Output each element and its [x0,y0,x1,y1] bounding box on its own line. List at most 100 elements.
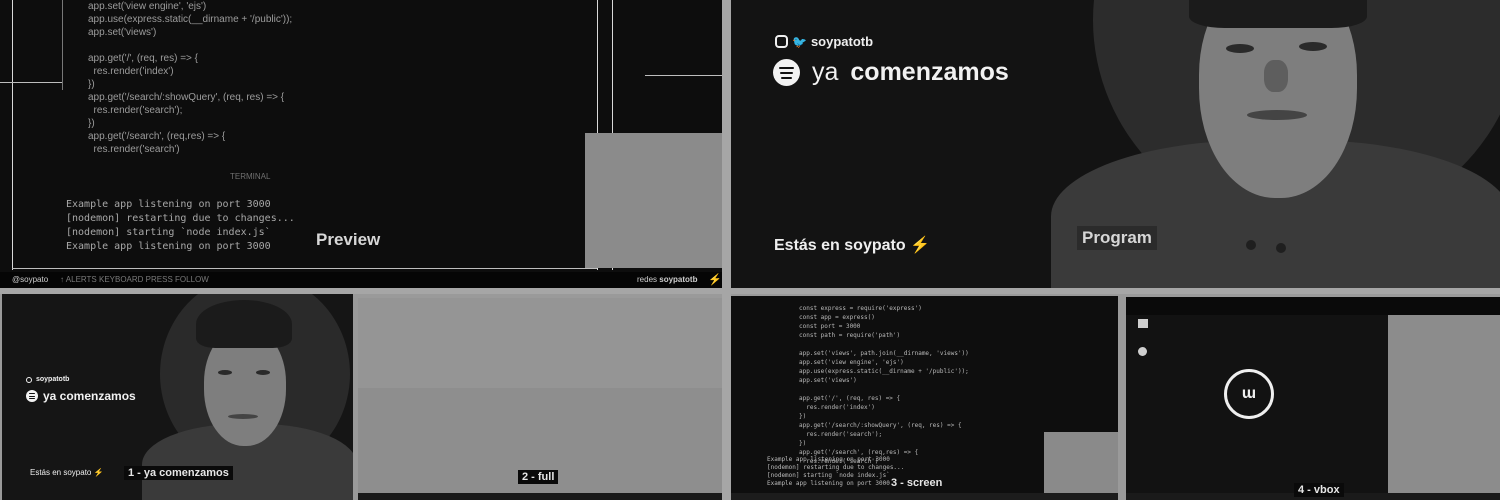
bar-redes-handle: soypatotb [659,275,698,284]
social-handle: soypatotb [26,376,69,383]
code-line: app.use(express.static(__dirname + '/pub… [799,368,969,375]
scene-label: 1 - ya comenzamos [124,466,233,480]
estas-prefix: Estás en [774,237,840,254]
code-line: app.set('views', path.join(__dirname, 'v… [799,350,969,357]
linux-mint-logo-icon: ɯ [1224,369,1274,419]
code-line: app.set('views') [799,377,857,384]
preview-panel[interactable]: app.set('view engine', 'ejs') app.use(exp… [0,0,722,288]
title-row: ya comenzamos [773,58,1009,87]
full-capture-top [358,298,722,388]
disc-icon[interactable] [1138,347,1147,356]
eye [218,370,232,375]
estas-bold: soypato [844,237,906,254]
scene-label: 3 - screen [891,477,943,489]
nose [1264,60,1288,92]
mouth [228,414,258,419]
estas-en-text: Estás en soypato ⚡ [774,235,930,255]
screen-terminal-output: Example app listening on port 3000 [nodem… [767,456,904,488]
program-panel[interactable]: 🐦 soypatotb ya comenzamos Estás en soypa… [731,0,1500,290]
code-line: app.get('/search/:showQuery', (req, res)… [799,422,962,429]
eye [1299,42,1327,51]
vbox-side-capture [1388,315,1500,500]
title-text: ya comenzamos [43,389,136,403]
handle-text: soypatotb [810,34,874,49]
computer-icon[interactable] [1138,319,1148,328]
preview-window-capture [585,133,722,268]
title-bold: comenzamos [850,58,1009,86]
code-line: const express = require('express') [799,305,922,312]
guide-line [645,75,722,76]
scene-vbox[interactable]: ɯ 4 - vbox [1126,297,1500,500]
code-line: const path = require('path') [799,332,901,339]
twitter-icon: 🐦 [792,34,807,49]
title-light: ya [812,58,839,86]
bar-redes-prefix: redes [637,275,658,284]
code-line: res.render('index') [88,66,174,77]
instagram-icon [26,376,32,383]
code-line: app.set('views') [88,27,157,38]
social-handle: 🐦 soypatotb [775,34,873,49]
terminal-line: Example app listening on port 3000 [767,480,890,487]
estas-en-text: Estás en soypato ⚡ [30,468,104,477]
terminal-tab[interactable]: TERMINAL [230,172,270,181]
code-line: app.set('view engine', 'ejs') [799,359,904,366]
screen-window-capture [1044,432,1118,500]
terminal-line: Example app listening on port 3000 [767,456,890,463]
bolt-icon: ⚡ [910,237,930,254]
code-line: app.get('/search/:showQuery', (req, res)… [88,92,285,103]
guide-line [12,0,13,270]
scene-label: 4 - vbox [1294,483,1344,497]
hair [1189,0,1367,28]
program-label: Program [1077,226,1157,250]
bar-redes: redes soypatotb [637,275,697,284]
hair [196,300,292,348]
guide-line [0,82,62,83]
divider [722,0,731,500]
guide-line [62,0,63,90]
preview-code-editor: app.set('view engine', 'ejs') app.use(exp… [88,0,292,156]
code-line: }) [88,79,95,90]
bar-alerts: ↑ ALERTS KEYBOARD PRESS FOLLOW [60,275,209,284]
mouth [1247,110,1307,120]
code-line: const port = 3000 [799,323,861,330]
terminal-line: [nodemon] starting `node index.js` [66,227,271,238]
code-line: res.render('search'); [799,431,883,438]
bolt-icon: ⚡ [708,274,722,286]
preview-bottom-bar: @soypato ↑ ALERTS KEYBOARD PRESS FOLLOW … [0,272,722,288]
taskbar [731,493,1118,500]
terminal-line: Example app listening on port 3000 [66,241,271,252]
terminal-line: [nodemon] starting `node index.js` [767,472,890,479]
hoodie-button [1246,240,1256,250]
hoodie-button [1276,243,1286,253]
spotify-icon [773,59,800,86]
eye [1226,44,1254,53]
code-line: res.render('index') [799,404,875,411]
terminal-line: [nodemon] restarting due to changes... [66,213,295,224]
handle-text: soypatotb [36,376,70,383]
code-line: app.use(express.static(__dirname + '/pub… [88,14,293,25]
scene-screen[interactable]: const express = require('express') const … [731,296,1118,500]
instagram-icon [775,35,788,48]
vbox-top-bar [1126,297,1500,315]
terminal-output: Example app listening on port 3000 [nodem… [66,198,295,254]
scene-full[interactable]: 2 - full [358,298,722,500]
screen-code-editor: const express = require('express') const … [799,304,969,466]
code-line: }) [799,440,807,447]
code-line: app.get('/search', (req,res) => { [88,131,226,142]
scene-ya-comenzamos[interactable]: soypatotb ya comenzamos Estás en soypato… [2,294,353,500]
title-row: ya comenzamos [26,389,136,403]
code-line: app.get('/', (req, res) => { [88,53,198,64]
eye [256,370,270,375]
spotify-icon [26,390,38,402]
bar-handle: @soypato [12,275,49,284]
code-line: res.render('search'); [88,105,183,116]
scene-label: 2 - full [518,470,559,484]
preview-label: Preview [316,230,381,249]
code-line: app.get('/', (req, res) => { [799,395,901,402]
linux-mint-logo-mark: ɯ [1241,385,1257,402]
code-line: }) [88,118,95,129]
terminal-line: [nodemon] restarting due to changes... [767,464,905,471]
